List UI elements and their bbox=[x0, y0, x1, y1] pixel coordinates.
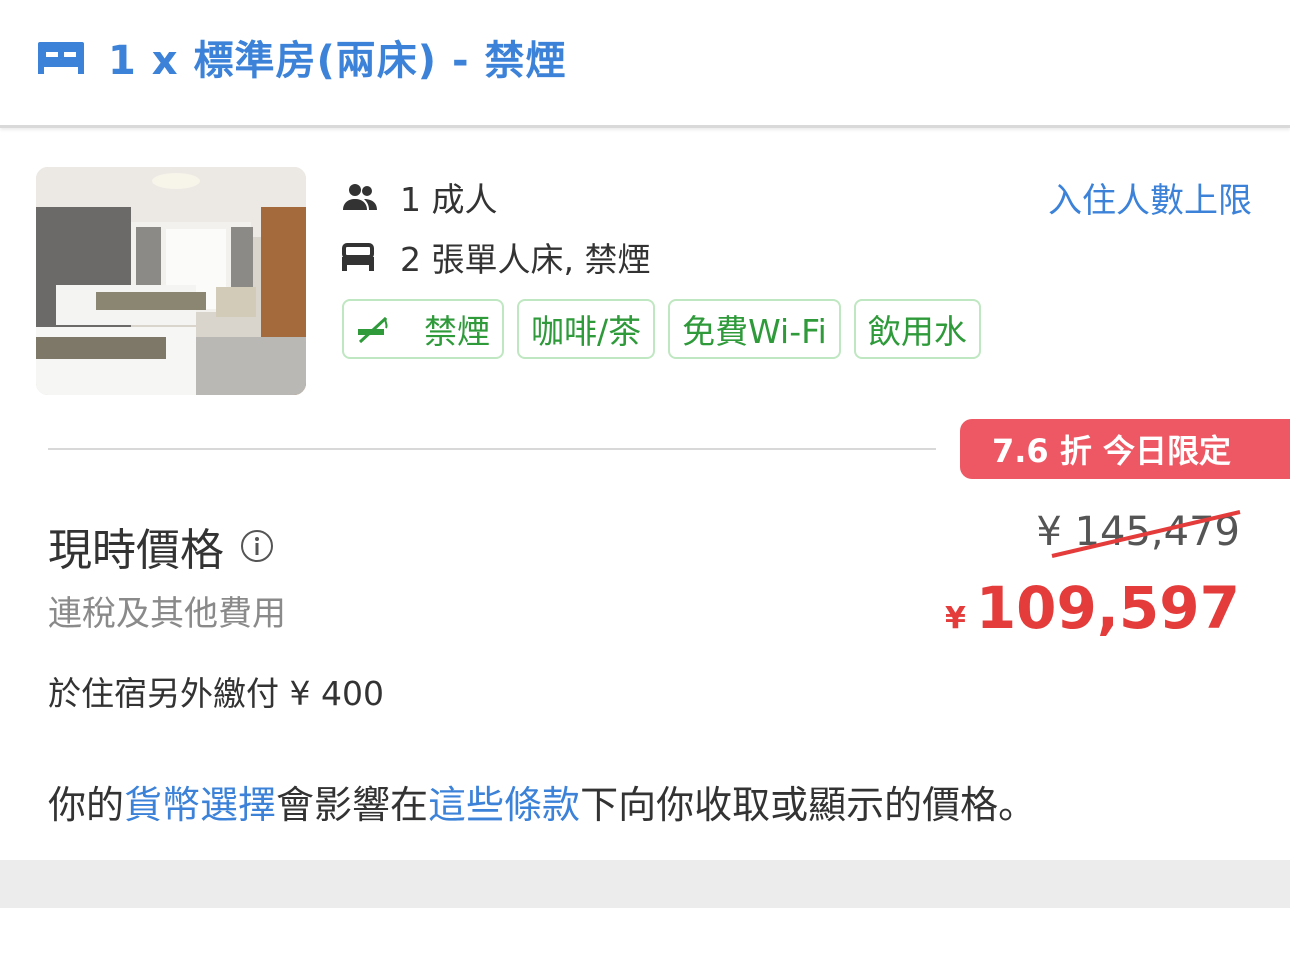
bed-icon bbox=[38, 42, 84, 74]
disclaimer-text: 下向你收取或顯示的價格。 bbox=[580, 783, 1037, 827]
info-icon[interactable] bbox=[240, 529, 274, 563]
amenity-label: 禁煙 bbox=[424, 312, 490, 351]
price-amount: 109,597 bbox=[975, 574, 1240, 642]
currency-disclaimer: 你的貨幣選擇會影響在這些條款下向你收取或顯示的價格。 bbox=[48, 774, 1036, 829]
amenity-label: 免費Wi-Fi bbox=[682, 312, 827, 351]
currency-symbol: ¥ bbox=[944, 601, 966, 636]
amenity-tag: 禁煙 bbox=[342, 299, 504, 359]
no-smoking-icon bbox=[358, 316, 388, 344]
tax-note: 連稅及其他費用 bbox=[48, 594, 286, 634]
room-image bbox=[36, 167, 306, 395]
current-price-label: 現時價格 bbox=[48, 514, 274, 578]
max-occupancy-link[interactable]: 入住人數上限 bbox=[1048, 173, 1252, 222]
bed-info: 2 張單人床, 禁煙 bbox=[400, 240, 651, 279]
amenity-tag: 免費Wi-Fi bbox=[668, 299, 841, 359]
room-header[interactable]: 1 x 標準房(兩床) - 禁煙 bbox=[0, 0, 1290, 128]
disclaimer-text: 會影響在 bbox=[276, 783, 429, 827]
discount-badge: 7.6 折 今日限定 bbox=[960, 419, 1290, 479]
beds-row: 2 張單人床, 禁煙 bbox=[342, 235, 650, 279]
amenity-label: 咖啡/茶 bbox=[531, 312, 642, 351]
terms-link[interactable]: 這些條款 bbox=[428, 783, 580, 827]
strikethrough-line bbox=[1051, 510, 1241, 558]
guests-row: 1 成人 bbox=[342, 175, 498, 219]
footer-band bbox=[0, 860, 1290, 908]
disclaimer-text: 你的 bbox=[48, 783, 125, 827]
guest-count: 1 成人 bbox=[400, 180, 498, 219]
room-photo[interactable] bbox=[36, 167, 306, 395]
amenity-tag: 飲用水 bbox=[853, 299, 981, 359]
extra-fee: 於住宿另外繳付 ¥ 400 bbox=[48, 674, 384, 713]
amenity-tag: 咖啡/茶 bbox=[517, 299, 656, 359]
amenity-tags: 禁煙 咖啡/茶 免費Wi-Fi 飲用水 bbox=[342, 299, 981, 359]
people-icon bbox=[342, 182, 378, 212]
discounted-price: ¥ 109,597 bbox=[945, 574, 1240, 642]
amenity-label: 飲用水 bbox=[867, 312, 967, 351]
divider bbox=[48, 448, 936, 450]
currency-choice-link[interactable]: 貨幣選擇 bbox=[124, 783, 276, 827]
bed-icon bbox=[342, 242, 378, 272]
price-label-text: 現時價格 bbox=[48, 525, 224, 576]
room-title[interactable]: 1 x 標準房(兩床) - 禁煙 bbox=[108, 28, 567, 86]
